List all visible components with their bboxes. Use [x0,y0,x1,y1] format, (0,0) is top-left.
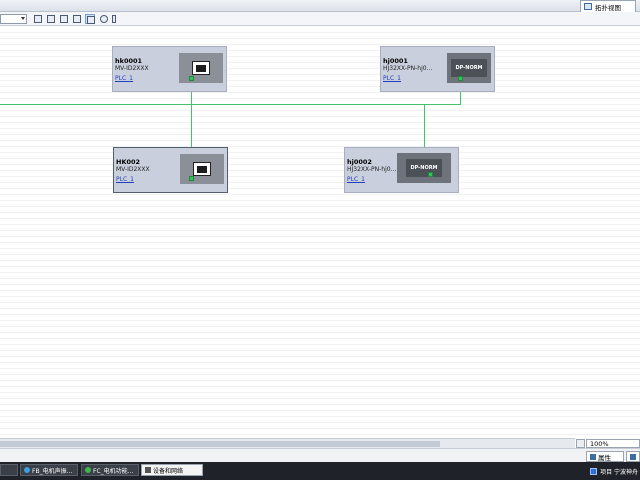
dp-norm-badge: DP-NORM [406,159,442,177]
zoom-icon [100,15,108,23]
plc-link[interactable]: PLC_1 [383,75,401,82]
taskbar-item-devices[interactable]: 设备和网络 [141,464,203,476]
table-icon [60,15,68,23]
device-name: hk0001 [115,57,143,65]
chevron-down-icon [21,17,25,20]
device-type: HJ32XX-PN-hj0... [347,166,397,173]
module-image: DP-NORM [447,53,491,83]
device-hk002[interactable]: HK002 MV-ID2XXX PLC_1 [113,147,228,193]
check-icon [590,467,598,475]
plc-link[interactable]: PLC_1 [347,176,365,183]
topology-view-tab[interactable]: 拓扑视图 [580,0,636,12]
horizontal-scrollbar[interactable] [0,438,575,448]
pan-icon [112,15,116,23]
device-name: hj0001 [383,57,408,65]
list-icon [47,15,55,23]
editor-toolbar [0,12,640,26]
network-canvas[interactable]: hk0001 MV-ID2XXX PLC_1 hj0001 HJ32XX-PN-… [0,27,640,438]
list-button[interactable] [46,14,56,24]
pan-button[interactable] [109,14,119,24]
port-icon[interactable] [189,76,194,81]
port-icon[interactable] [189,176,194,181]
taskbar-start[interactable] [0,464,18,476]
info-tab[interactable] [626,451,640,462]
editor-tab-strip: 拓扑视图 [0,0,640,12]
device-type: MV-ID2XXX [115,65,149,72]
device-hj0002[interactable]: hj0002 HJ32XX-PN-hj0... PLC_1 DP-NORM [344,147,459,193]
overview-button[interactable] [72,14,82,24]
camera-image [179,53,223,83]
info-icon [630,453,636,460]
status-tray: 项目 宁波神舟 [590,464,640,478]
properties-icon [590,453,596,460]
table-button[interactable] [59,14,69,24]
zoom-dropdown[interactable] [0,14,27,24]
properties-tab[interactable]: 属性 [586,451,624,462]
camera-icon [192,61,210,75]
zoom-level-field[interactable]: 100% [586,439,640,448]
taskbar-item[interactable]: FB_电机声振... [20,464,78,476]
port-icon[interactable] [458,76,463,81]
topology-view-label: 拓扑视图 [595,3,621,12]
plc-link[interactable]: PLC_1 [115,75,133,82]
block-icon [24,467,30,473]
inspector-bar: 属性 [0,448,640,462]
network-icon [145,467,151,473]
device-name: hj0002 [347,158,372,166]
portal-taskbar: FB_电机声振... FC_电机功能... 设备和网络 项目 宁波神舟 [0,462,640,480]
scrollbar-thumb[interactable] [0,441,440,447]
grid-icon [34,15,42,23]
properties-tab-label: 属性 [598,453,611,462]
topology-icon [584,3,592,10]
plc-link[interactable]: PLC_1 [116,176,134,183]
split-view-button[interactable] [85,14,95,24]
grid-button[interactable] [33,14,43,24]
camera-image [180,154,224,184]
function-icon [85,467,91,473]
device-type: HJ32XX-PN-hj0... [383,65,433,72]
zoom-fit-icon[interactable] [576,439,585,448]
module-image: DP-NORM [397,153,451,183]
device-type: MV-ID2XXX [116,166,150,173]
dp-norm-badge: DP-NORM [451,59,487,77]
device-name: HK002 [116,158,141,166]
port-icon[interactable] [428,172,433,177]
profinet-line[interactable] [0,104,461,105]
zoom-button[interactable] [99,14,109,24]
profinet-line[interactable] [424,104,425,151]
taskbar-item[interactable]: FC_电机功能... [81,464,139,476]
device-hj0001[interactable]: hj0001 HJ32XX-PN-hj0... PLC_1 DP-NORM [380,46,495,92]
device-hk0001[interactable]: hk0001 MV-ID2XXX PLC_1 [112,46,227,92]
camera-icon [193,162,211,176]
split-view-icon [87,16,95,24]
overview-icon [73,15,81,23]
